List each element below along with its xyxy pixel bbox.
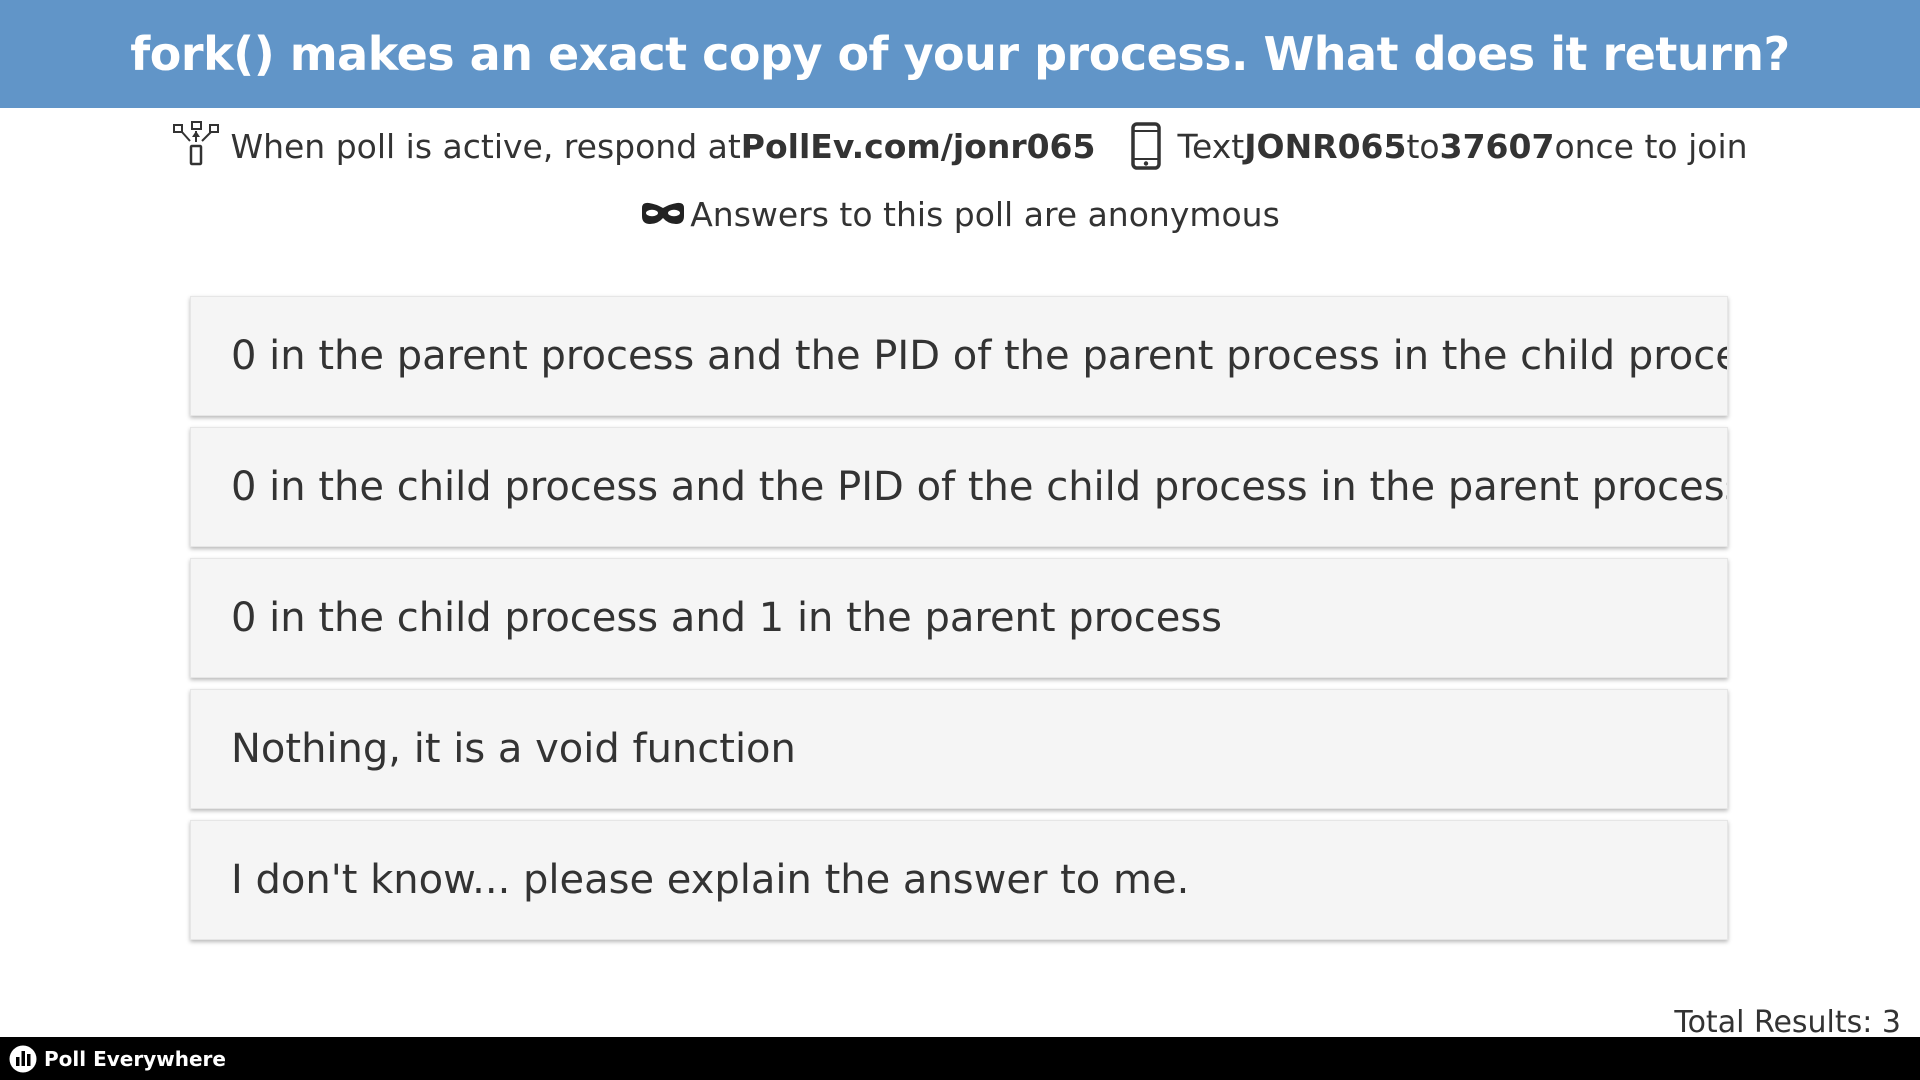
mask-icon [640,199,686,229]
answer-option-label: Nothing, it is a void function [231,726,796,772]
text-instruction-prefix: Text [1177,126,1245,166]
answer-option-5[interactable]: I don't know... please explain the answe… [190,820,1728,940]
answer-option-3[interactable]: 0 in the child process and 1 in the pare… [190,558,1728,678]
answer-option-1[interactable]: 0 in the parent process and the PID of t… [190,296,1728,416]
anonymity-text: Answers to this poll are anonymous [690,194,1280,234]
footer-bar: Poll Everywhere [0,1037,1920,1080]
question-header: fork() makes an exact copy of your proce… [0,0,1920,108]
footer-brand-name: Poll Everywhere [44,1046,226,1071]
response-instructions: When poll is active, respond at PollEv.c… [0,116,1920,176]
answer-option-2[interactable]: 0 in the child process and the PID of th… [190,427,1728,547]
answer-option-label: 0 in the child process and the PID of th… [231,464,1728,510]
answer-option-label: I don't know... please explain the answe… [231,857,1190,903]
anonymity-notice: Answers to this poll are anonymous [0,184,1920,244]
poll-everywhere-logo-icon [8,1044,38,1074]
answer-options: 0 in the parent process and the PID of t… [190,296,1728,951]
poll-slide: fork() makes an exact copy of your proce… [0,0,1920,1080]
question-title: fork() makes an exact copy of your proce… [130,27,1790,81]
total-results: Total Results: 3 [1674,1005,1901,1040]
web-response-icon [172,121,226,171]
web-instruction-prefix: When poll is active, respond at [230,126,741,166]
phone-icon [1129,121,1163,171]
text-instruction-middle: to [1406,126,1440,166]
answer-option-label: 0 in the parent process and the PID of t… [231,333,1728,379]
answer-option-4[interactable]: Nothing, it is a void function [190,689,1728,809]
text-instruction-suffix: once to join [1554,126,1748,166]
text-code: JONR065 [1244,126,1407,166]
answer-option-label: 0 in the child process and 1 in the pare… [231,595,1223,641]
poll-url[interactable]: PollEv.com/jonr065 [741,127,1096,166]
text-number: 37607 [1439,126,1555,166]
